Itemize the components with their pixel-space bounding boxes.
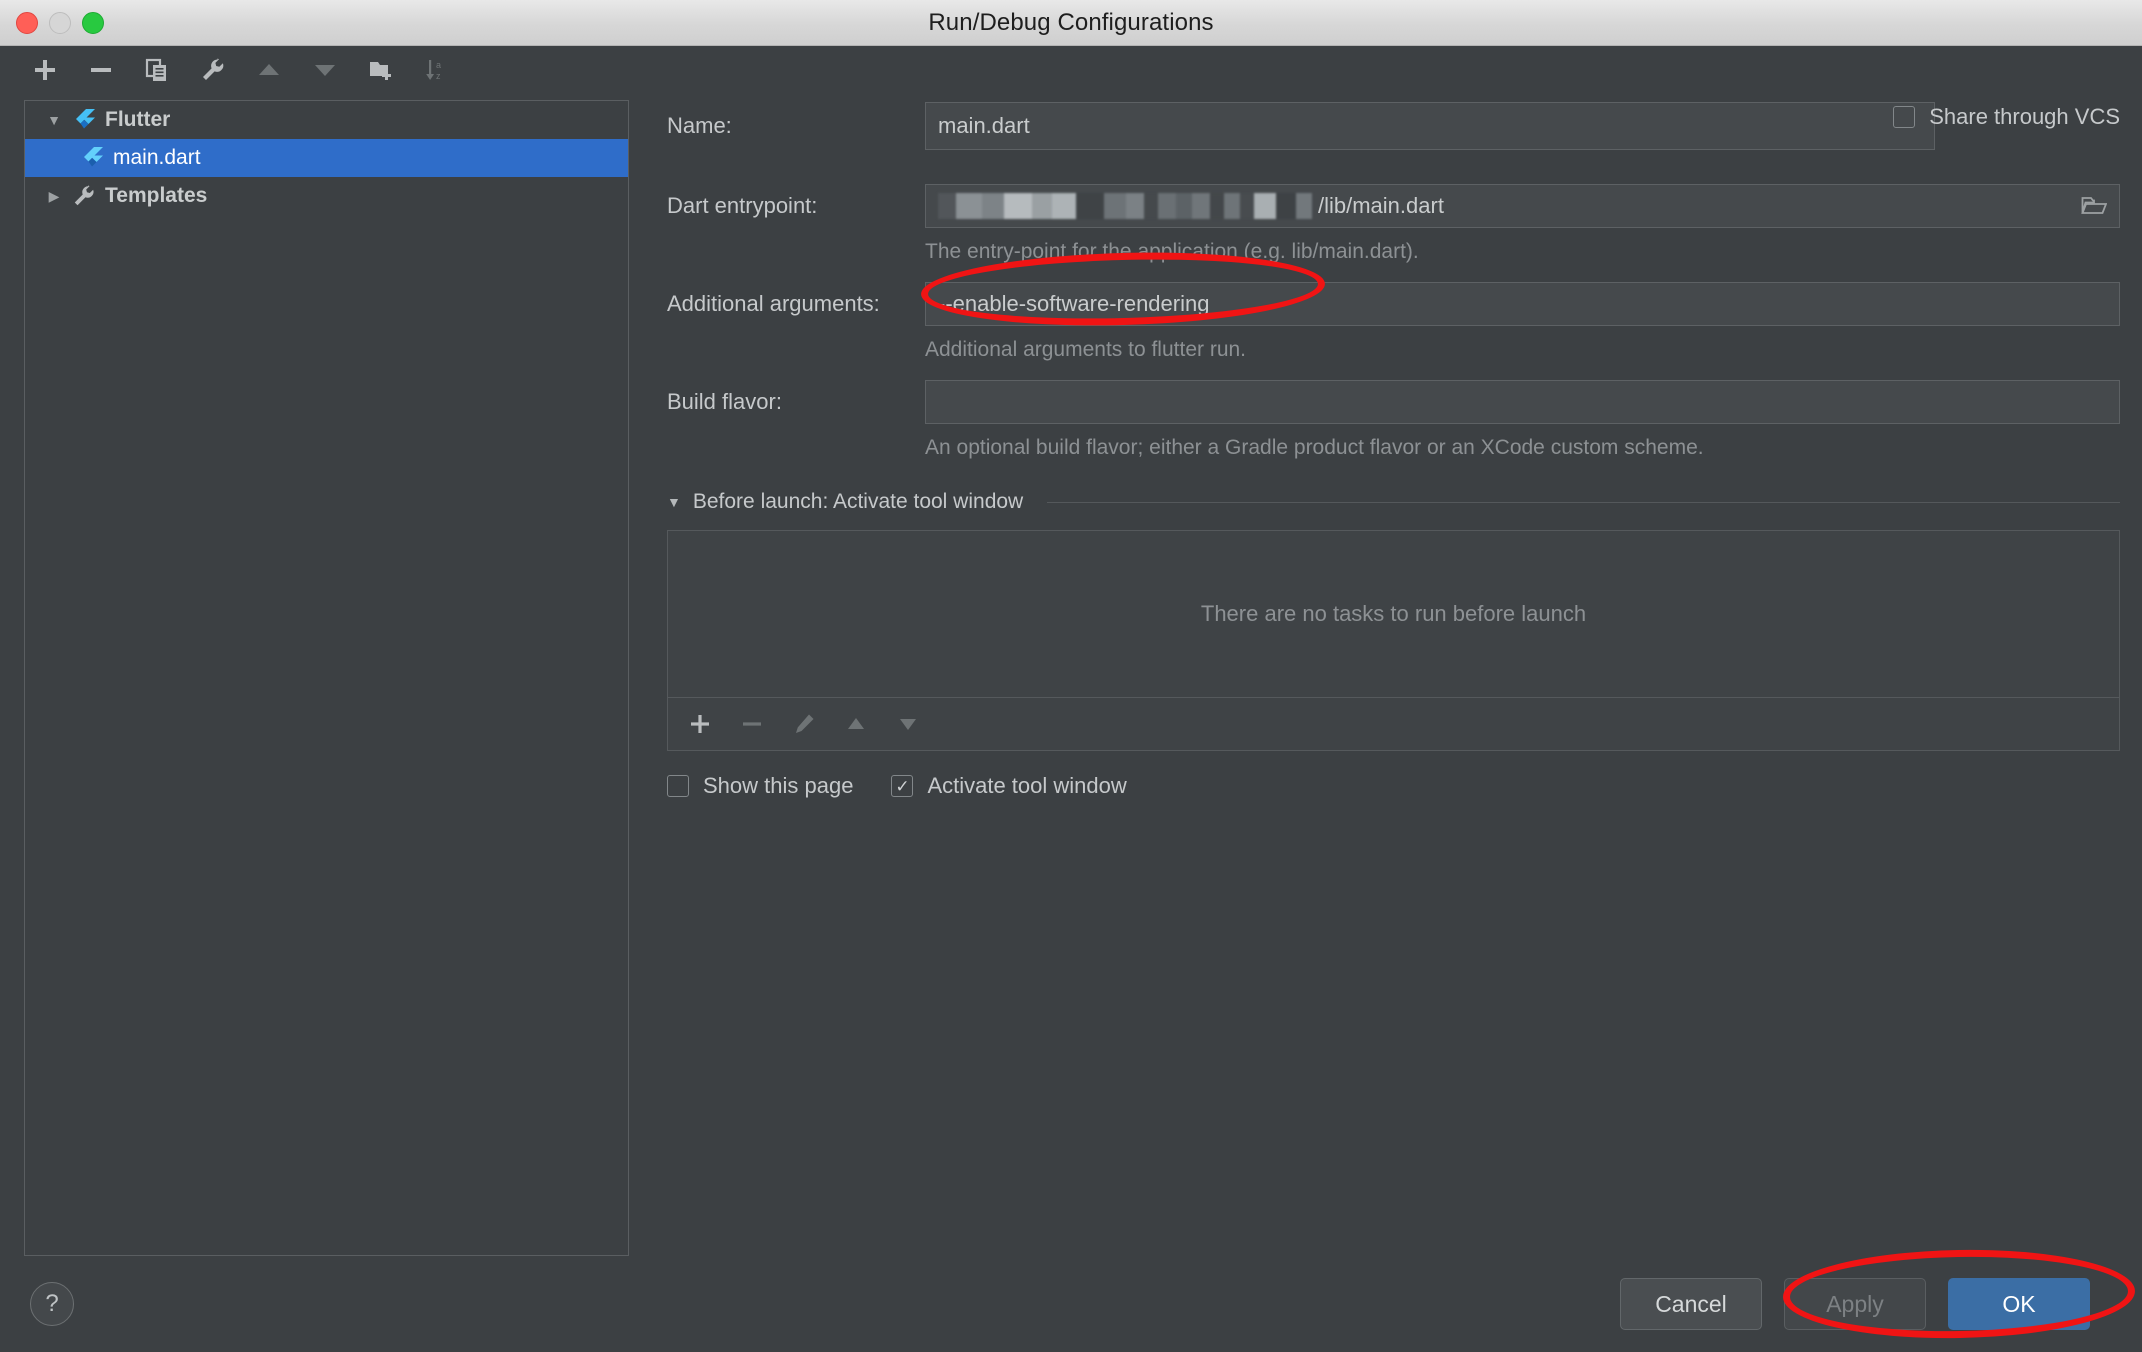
dart-entrypoint-label: Dart entrypoint:	[667, 193, 818, 218]
before-launch-tasks-box: There are no tasks to run before launch	[667, 530, 2120, 751]
dart-entrypoint-value: /lib/main.dart	[1318, 193, 1444, 218]
edit-templates-button[interactable]	[196, 53, 230, 87]
new-folder-button[interactable]	[364, 53, 398, 87]
flutter-icon	[69, 108, 99, 132]
share-through-vcs-control[interactable]: Share through VCS	[1893, 104, 2120, 130]
configurations-tree[interactable]: ▼ Flutter main.dart ▶ Templates	[24, 100, 629, 1256]
wrench-icon	[69, 184, 99, 208]
move-down-button[interactable]	[308, 53, 342, 87]
before-launch-toolbar	[668, 697, 2119, 750]
additional-arguments-row: Additional arguments: --enable-software-…	[653, 282, 2120, 326]
remove-task-button[interactable]	[738, 710, 766, 738]
tree-item-flutter[interactable]: ▼ Flutter	[25, 101, 628, 139]
configuration-form: Name: main.dart Dart entrypoint: /lib/ma…	[653, 46, 2120, 1256]
bottom-checkboxes: Show this page ✓ Activate tool window	[667, 773, 2120, 799]
build-flavor-row: Build flavor:	[653, 380, 2120, 424]
traffic-light-group	[16, 0, 104, 45]
build-flavor-label: Build flavor:	[667, 389, 782, 414]
close-window-button[interactable]	[16, 11, 38, 34]
edit-task-button[interactable]	[790, 710, 818, 738]
activate-tool-window-checkbox[interactable]: ✓	[891, 775, 914, 797]
minimize-window-button[interactable]	[49, 11, 71, 34]
task-move-up-button[interactable]	[842, 710, 870, 738]
show-this-page-label: Show this page	[703, 773, 854, 798]
run-debug-configurations-window: Run/Debug Configurations a z ▼ Flutter m…	[0, 0, 2142, 1352]
svg-text:a: a	[436, 60, 441, 70]
flutter-icon	[77, 146, 107, 170]
sort-alpha-button[interactable]: a z	[420, 53, 454, 87]
share-through-vcs-label: Share through VCS	[1929, 104, 2120, 129]
additional-arguments-input[interactable]: --enable-software-rendering	[925, 282, 2120, 326]
section-divider	[1047, 501, 2120, 503]
ok-button[interactable]: OK	[1948, 1278, 2090, 1330]
zoom-window-button[interactable]	[82, 11, 104, 34]
additional-arguments-hint: Additional arguments to flutter run.	[925, 338, 1247, 361]
chevron-down-icon[interactable]: ▼	[667, 494, 681, 510]
svg-text:z: z	[436, 71, 441, 81]
window-title: Run/Debug Configurations	[928, 8, 1214, 36]
expand-arrow-icon[interactable]: ▼	[39, 112, 69, 128]
additional-arguments-label: Additional arguments:	[667, 291, 880, 316]
dart-entrypoint-input[interactable]: /lib/main.dart	[925, 184, 2120, 228]
tree-item-templates[interactable]: ▶ Templates	[25, 177, 628, 215]
build-flavor-input[interactable]	[925, 380, 2120, 424]
add-task-button[interactable]	[686, 710, 714, 738]
tree-item-main-dart[interactable]: main.dart	[25, 139, 628, 177]
configurations-toolbar: a z	[0, 46, 653, 94]
name-label: Name:	[667, 113, 732, 138]
name-input[interactable]: main.dart	[925, 102, 1935, 150]
tree-item-label: Flutter	[105, 108, 171, 131]
build-flavor-hint: An optional build flavor; either a Gradl…	[925, 436, 1704, 459]
tree-item-label: main.dart	[113, 146, 201, 169]
apply-button[interactable]: Apply	[1784, 1278, 1926, 1330]
show-this-page-checkbox[interactable]	[667, 775, 689, 797]
before-launch-title: Before launch: Activate tool window	[692, 490, 1024, 513]
before-launch-header[interactable]: ▼ Before launch: Activate tool window	[667, 490, 2120, 514]
configuration-editor-pane: Share through VCS Name: main.dart Dart e…	[653, 46, 2142, 1352]
help-area: ?	[0, 1256, 653, 1352]
help-button[interactable]: ?	[30, 1282, 74, 1326]
cancel-button[interactable]: Cancel	[1620, 1278, 1762, 1330]
window-titlebar: Run/Debug Configurations	[0, 0, 2142, 46]
collapse-arrow-icon[interactable]: ▶	[39, 188, 69, 205]
task-move-down-button[interactable]	[894, 710, 922, 738]
redacted-path-prefix	[938, 193, 1312, 219]
dialog-footer: Cancel Apply OK	[653, 1256, 2120, 1352]
dart-entrypoint-row: Dart entrypoint: /lib/main.dart	[653, 184, 2120, 228]
dart-entrypoint-hint: The entry-point for the application (e.g…	[925, 240, 1419, 263]
remove-configuration-button[interactable]	[84, 53, 118, 87]
move-up-button[interactable]	[252, 53, 286, 87]
add-configuration-button[interactable]	[28, 53, 62, 87]
configurations-pane: a z ▼ Flutter main.dart ▶ Templates ?	[0, 46, 653, 1352]
folder-open-icon[interactable]	[2081, 194, 2107, 218]
copy-configuration-button[interactable]	[140, 53, 174, 87]
tree-item-label: Templates	[105, 184, 208, 207]
before-launch-empty-message: There are no tasks to run before launch	[1200, 601, 1587, 626]
activate-tool-window-label: Activate tool window	[927, 773, 1127, 798]
share-through-vcs-checkbox[interactable]	[1893, 106, 1916, 128]
dialog-content: a z ▼ Flutter main.dart ▶ Templates ? Sh…	[0, 46, 2142, 1352]
